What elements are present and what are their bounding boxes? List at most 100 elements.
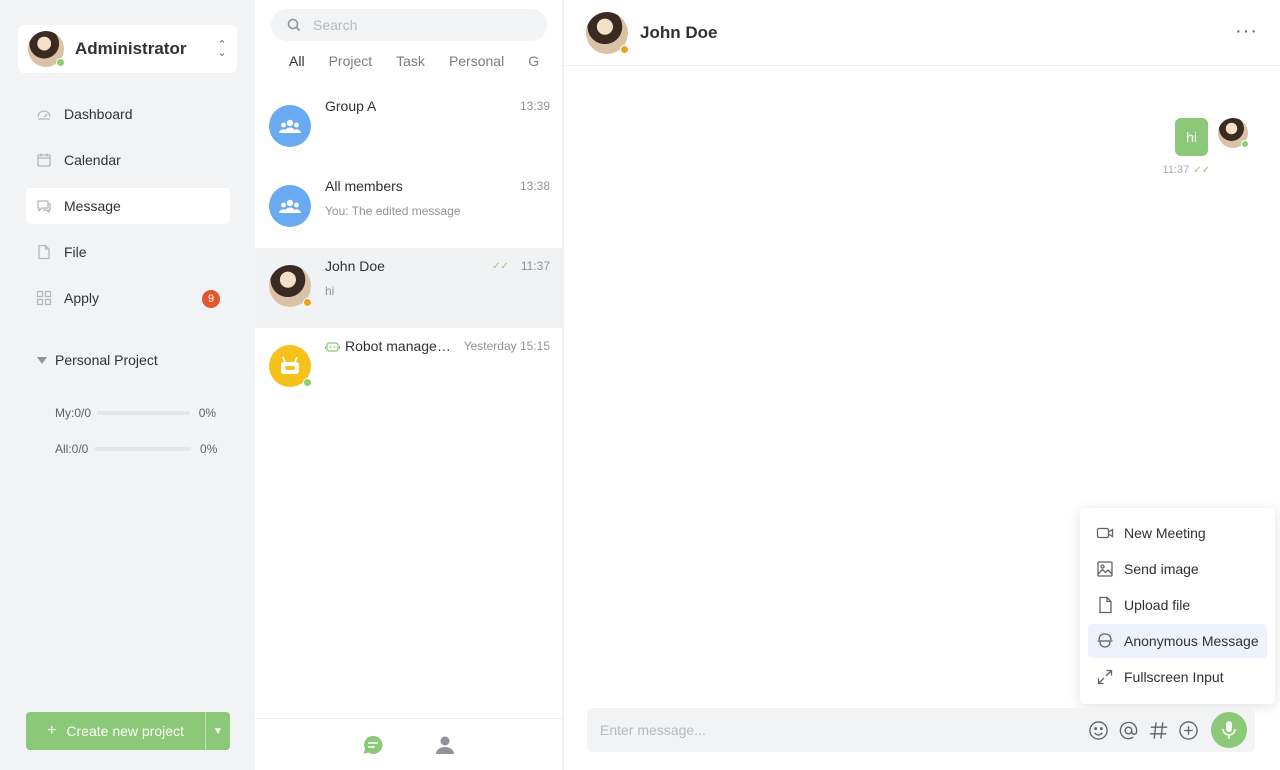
plus-circle-icon xyxy=(1178,720,1198,740)
group-avatar xyxy=(269,105,311,147)
dashboard-icon xyxy=(37,110,51,120)
menu-item-label: Fullscreen Input xyxy=(1124,669,1224,685)
conversation-time: 13:38 xyxy=(519,179,550,193)
apply-icon xyxy=(36,290,52,306)
conversation-time: 13:39 xyxy=(519,99,550,113)
all-progress-label: All: xyxy=(55,442,72,456)
nav-label: Message xyxy=(64,198,121,214)
online-status-dot xyxy=(56,58,65,67)
message-icon xyxy=(37,200,51,214)
away-status-dot xyxy=(620,44,629,54)
voice-record-button[interactable] xyxy=(1211,712,1247,748)
group-icon xyxy=(279,199,301,213)
create-project-button-group: + Create new project ▼ xyxy=(26,712,230,750)
personal-project-toggle[interactable]: Personal Project xyxy=(37,352,158,368)
menu-item-label: Upload file xyxy=(1124,597,1191,613)
my-progress-bar xyxy=(97,411,191,415)
hashtag-icon xyxy=(1149,721,1167,739)
more-actions-button[interactable] xyxy=(1177,719,1199,741)
conversation-item[interactable]: Robot manage… Yesterday 15:15 xyxy=(255,328,562,408)
conversation-time: Yesterday 15:15 xyxy=(463,339,550,353)
tab-project[interactable]: Project xyxy=(329,53,373,69)
search-input[interactable] xyxy=(313,17,533,33)
microphone-icon xyxy=(1222,721,1236,739)
plus-icon: + xyxy=(47,722,57,739)
message-input[interactable] xyxy=(600,722,1087,738)
menu-item-anonymous-message[interactable]: Anonymous Message xyxy=(1088,624,1267,658)
read-check-icon: ✓✓ xyxy=(1193,164,1210,176)
conversation-item-active[interactable]: John Doe ✓✓ 11:37 hi xyxy=(255,248,562,328)
my-progress-label: My: xyxy=(55,406,75,420)
conversation-item[interactable]: Group A 13:39 xyxy=(255,88,562,168)
video-icon xyxy=(1096,527,1114,539)
contact-avatar xyxy=(269,265,312,307)
search-icon xyxy=(287,18,301,32)
all-progress-percent: 0% xyxy=(200,442,218,456)
nav-item-file[interactable]: File xyxy=(26,234,230,270)
at-icon xyxy=(1119,721,1137,739)
all-progress: All: 0/0 0% xyxy=(55,442,217,456)
read-check-icon: ✓✓ xyxy=(492,260,509,272)
message-row: hi xyxy=(1175,118,1249,156)
chevron-down-icon: ▼ xyxy=(213,725,223,737)
nav-label: Apply xyxy=(64,290,100,306)
online-status-dot xyxy=(303,378,312,387)
nav-item-dashboard[interactable]: Dashboard xyxy=(26,96,230,132)
nav-label: File xyxy=(64,244,87,260)
conversation-panel: All Project Task Personal G Group A 13:3… xyxy=(255,0,563,770)
nav-item-message[interactable]: Message xyxy=(26,188,230,224)
menu-item-new-meeting[interactable]: New Meeting xyxy=(1088,516,1267,550)
message-time: 11:37 xyxy=(1162,164,1190,176)
message-input-bar xyxy=(587,708,1255,752)
search-box xyxy=(271,9,547,41)
robot-icon xyxy=(281,356,299,374)
emoji-button[interactable] xyxy=(1087,719,1109,741)
fullscreen-icon xyxy=(1097,669,1113,685)
conversation-name: Robot manage… xyxy=(345,338,451,354)
mention-button[interactable] xyxy=(1117,719,1139,741)
file-icon xyxy=(1099,596,1112,614)
message-bubble[interactable]: hi xyxy=(1175,118,1208,156)
menu-item-label: Send image xyxy=(1124,561,1199,577)
create-project-button[interactable]: + Create new project xyxy=(26,712,206,750)
chat-header: John Doe ··· xyxy=(564,0,1280,66)
sender-avatar xyxy=(1218,118,1249,148)
tab-group[interactable]: G xyxy=(528,53,539,69)
chat-bubble-icon[interactable] xyxy=(362,734,384,756)
conversation-name: Group A xyxy=(325,98,377,114)
menu-item-upload-file[interactable]: Upload file xyxy=(1088,588,1267,622)
tab-personal[interactable]: Personal xyxy=(449,53,504,69)
tab-task[interactable]: Task xyxy=(396,53,425,69)
topic-button[interactable] xyxy=(1147,719,1169,741)
anonymous-icon xyxy=(1097,633,1113,648)
menu-item-label: New Meeting xyxy=(1124,525,1206,541)
chat-title: John Doe xyxy=(640,22,718,42)
list-footer xyxy=(255,718,562,770)
nav-label: Dashboard xyxy=(64,106,133,122)
menu-item-label: Anonymous Message xyxy=(1124,633,1259,649)
nav-label: Calendar xyxy=(64,152,121,168)
away-status-dot xyxy=(303,298,312,307)
create-project-dropdown[interactable]: ▼ xyxy=(206,712,230,750)
online-status-dot xyxy=(1241,140,1249,148)
menu-item-fullscreen-input[interactable]: Fullscreen Input xyxy=(1088,660,1267,694)
personal-project-title: Personal Project xyxy=(55,352,158,368)
emoji-icon xyxy=(1088,720,1108,740)
main-nav: Dashboard Calendar Message File Apply 9 xyxy=(26,96,230,326)
conversation-time: 11:37 xyxy=(520,259,550,273)
user-switcher[interactable]: Administrator ⌃ ⌄ xyxy=(18,25,237,73)
create-project-label: Create new project xyxy=(66,723,184,739)
robot-avatar xyxy=(269,345,312,387)
tab-all[interactable]: All xyxy=(289,53,305,69)
more-options-icon[interactable]: ··· xyxy=(1235,20,1258,43)
nav-item-apply[interactable]: Apply 9 xyxy=(26,280,230,316)
apply-badge: 9 xyxy=(202,290,220,308)
all-progress-bar xyxy=(94,447,192,451)
switch-user-icon[interactable]: ⌃ ⌄ xyxy=(207,40,237,59)
chat-contact-avatar[interactable] xyxy=(586,11,629,54)
contacts-icon[interactable] xyxy=(434,734,456,756)
nav-item-calendar[interactable]: Calendar xyxy=(26,142,230,178)
menu-item-send-image[interactable]: Send image xyxy=(1088,552,1267,586)
conversation-item[interactable]: All members 13:38 You: The edited messag… xyxy=(255,168,562,248)
conversation-name: John Doe xyxy=(325,258,385,274)
